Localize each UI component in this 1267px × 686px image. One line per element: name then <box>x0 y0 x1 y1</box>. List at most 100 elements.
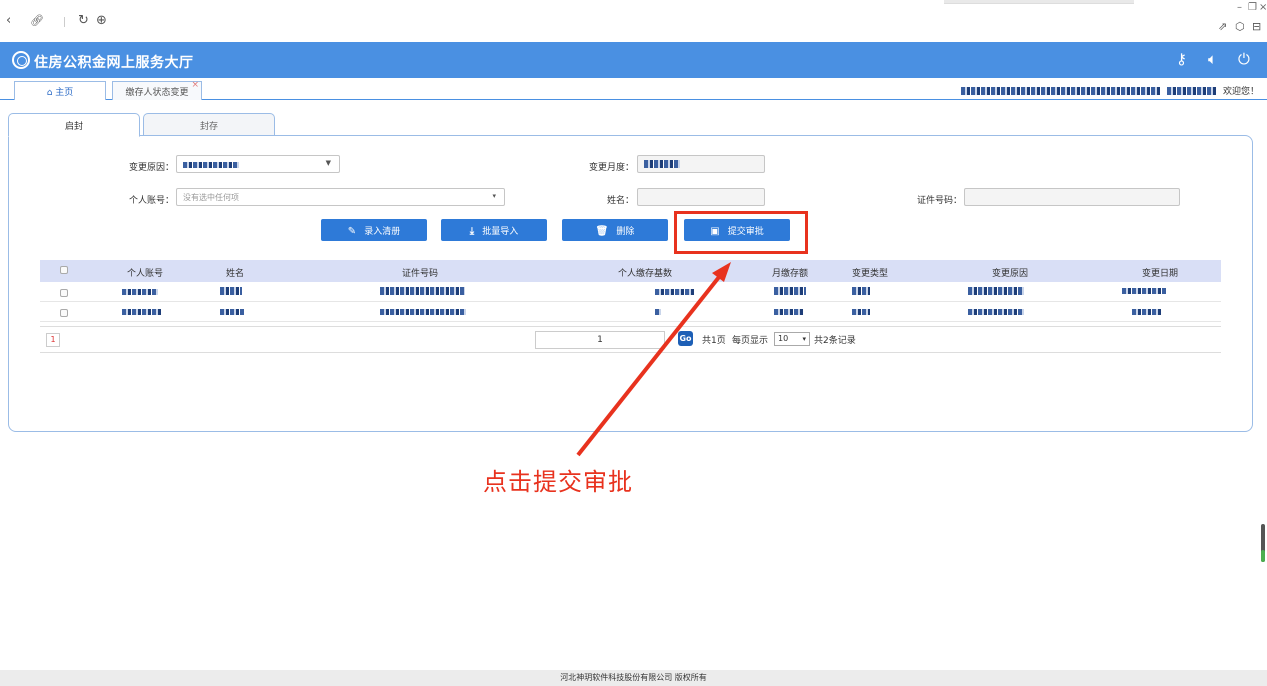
close-window-button[interactable]: × <box>1259 2 1267 13</box>
pen-icon: ✎ <box>347 226 357 237</box>
col-change-type: 变更类型 <box>851 269 888 279</box>
reason-select[interactable]: ▼ <box>176 155 340 173</box>
delete-button[interactable]: 🗑︎ 删除 <box>562 219 668 241</box>
table-row[interactable] <box>40 304 1221 322</box>
add-register-button[interactable]: ✎ 录入清册 <box>321 219 427 241</box>
redacted-cell <box>380 309 466 315</box>
tab-strip: ⌂ 主页 缴存人状态变更 × 欢迎您！ <box>0 78 1267 100</box>
toolbar-separator <box>64 17 65 27</box>
extension-icon[interactable]: ⬡ <box>1235 20 1245 34</box>
tab-seal[interactable]: 封存 <box>143 113 275 137</box>
logo-icon <box>12 51 30 69</box>
page-number[interactable]: 1 <box>46 333 60 347</box>
share-icon[interactable]: ⇗ <box>1218 20 1227 34</box>
redacted-cell <box>852 309 870 315</box>
table-header: 个人账号 姓名 证件号码 个人缴存基数 月缴存额 变更类型 变更原因 变更日期 <box>40 260 1221 282</box>
app-header: 住房公积金网上服务大厅 ⚷ 🔈︎ ⏻ <box>0 42 1267 78</box>
total-pages: 共1页 <box>702 336 726 346</box>
batch-import-label: 批量导入 <box>482 227 519 237</box>
month-field[interactable] <box>637 155 765 173</box>
tab-unseal[interactable]: 启封 <box>8 113 140 137</box>
redacted-cell <box>122 289 158 295</box>
annotation-text: 点击提交审批 <box>483 468 633 496</box>
refresh-icon[interactable]: ↻ <box>78 14 89 28</box>
id-field[interactable] <box>964 188 1180 206</box>
address-bar[interactable] <box>944 0 1134 4</box>
reason-label: 变更原因： <box>128 163 174 173</box>
globe-icon[interactable]: ⊕ <box>96 14 107 28</box>
import-icon: ⤓ <box>469 226 475 237</box>
redacted-cell <box>220 309 244 315</box>
redacted-cell <box>852 287 870 295</box>
redacted-cell <box>774 287 806 295</box>
redacted-cell <box>1132 309 1162 315</box>
trash-icon: 🗑︎ <box>595 226 609 237</box>
scroll-indicator[interactable] <box>1261 524 1265 562</box>
minimize-button[interactable]: – <box>1237 2 1242 13</box>
highlight-box <box>674 211 808 254</box>
col-base: 个人缴存基数 <box>617 269 672 279</box>
page-input[interactable]: 1 <box>535 331 665 349</box>
redacted-cell <box>655 289 695 295</box>
tab-home-label: 主页 <box>55 88 74 98</box>
row-checkbox[interactable] <box>60 289 68 297</box>
power-icon[interactable]: ⏻ <box>1238 50 1250 68</box>
link-icon[interactable]: 🔗︎ <box>30 14 44 28</box>
browser-toolbar: ‹ 🔗︎ ↻ ⊕ – ❐ × ⇗ ⬡ ⊟ <box>0 0 1267 40</box>
redacted-month-value <box>644 160 680 168</box>
batch-import-button[interactable]: ⤓ 批量导入 <box>441 219 547 241</box>
col-name: 姓名 <box>225 269 244 279</box>
welcome-text: 欢迎您！ <box>1222 87 1259 97</box>
col-id: 证件号码 <box>401 269 438 279</box>
speaker-icon[interactable]: 🔈︎ <box>1208 50 1217 68</box>
close-tab-icon[interactable]: × <box>191 80 199 90</box>
tab-status-change[interactable]: 缴存人状态变更 × <box>112 80 202 100</box>
key-icon[interactable]: ⚷ <box>1176 50 1187 68</box>
app-title: 住房公积金网上服务大厅 <box>34 55 194 71</box>
redacted-reason-value <box>183 162 239 168</box>
record-count: 共2条记录 <box>814 336 856 346</box>
home-icon: ⌂ <box>46 88 53 98</box>
chevron-down-icon: ▾ <box>802 335 806 343</box>
row-checkbox[interactable] <box>60 309 68 317</box>
name-label: 姓名： <box>606 196 634 206</box>
per-page-label: 每页显示 <box>732 336 769 346</box>
account-placeholder: 没有选中任何项 <box>183 193 239 202</box>
col-monthly: 月缴存额 <box>771 269 808 279</box>
tab-home[interactable]: ⌂ 主页 <box>14 81 106 100</box>
col-account: 个人账号 <box>126 269 163 279</box>
chevron-left-icon[interactable]: ‹ <box>6 14 11 28</box>
add-register-label: 录入清册 <box>364 227 401 237</box>
col-change-reason: 变更原因 <box>991 269 1028 279</box>
redacted-user-name <box>1166 86 1217 95</box>
chevron-down-icon: ▾ <box>492 192 496 200</box>
month-label: 变更月度： <box>588 163 634 173</box>
account-label: 个人账号： <box>128 196 174 206</box>
per-page-select[interactable]: 10 ▾ <box>774 332 810 346</box>
tab-status-change-label: 缴存人状态变更 <box>125 88 189 98</box>
redacted-cell <box>968 287 1024 295</box>
redacted-cell <box>220 287 242 295</box>
sidebar-icon[interactable]: ⊟ <box>1252 20 1261 34</box>
col-change-date: 变更日期 <box>1141 269 1178 279</box>
redacted-cell <box>122 309 162 315</box>
user-info: 欢迎您！ <box>960 84 1259 97</box>
go-button[interactable]: Go <box>678 331 693 346</box>
redacted-cell <box>1122 288 1166 294</box>
per-page-value: 10 <box>778 334 789 343</box>
redacted-cell <box>655 309 661 315</box>
account-select[interactable]: 没有选中任何项 ▾ <box>176 188 505 206</box>
restore-button[interactable]: ❐ <box>1248 2 1257 13</box>
name-field[interactable] <box>637 188 765 206</box>
select-all-checkbox[interactable] <box>60 266 68 274</box>
footer: 河北神玥软件科技股份有限公司 版权所有 <box>0 670 1267 686</box>
redacted-cell <box>968 309 1024 315</box>
table-row[interactable] <box>40 284 1221 302</box>
pagination: 1 1 Go 共1页 每页显示 10 ▾ 共2条记录 <box>40 326 1221 353</box>
delete-label: 删除 <box>616 227 635 237</box>
chevron-down-icon: ▼ <box>325 159 331 167</box>
redacted-cell <box>774 309 804 315</box>
id-label: 证件号码： <box>916 196 962 206</box>
redacted-cell <box>380 287 465 295</box>
redacted-user-info <box>960 86 1161 95</box>
